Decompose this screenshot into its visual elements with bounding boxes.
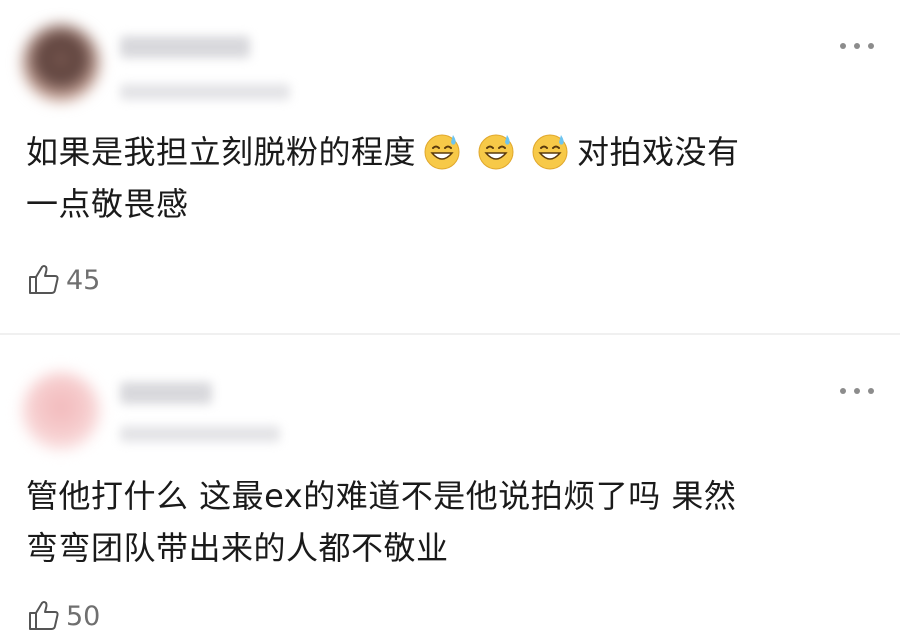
like-button[interactable]: 45	[26, 262, 100, 298]
comment-text-line2: 弯弯团队带出来的人都不敬业	[26, 529, 449, 567]
thumbs-up-icon	[29, 265, 59, 294]
username-blurred[interactable]	[120, 36, 250, 58]
like-count: 45	[66, 264, 101, 296]
thumbs-up-icon	[29, 601, 59, 630]
comment-text-after-emoji: 对拍戏没有	[577, 133, 740, 171]
more-dots-icon[interactable]	[840, 386, 874, 396]
comment-text: 管他打什么 这最ex的难道不是他说拍烦了吗 果然 弯弯团队带出来的人都不敬业	[26, 470, 866, 574]
comment-text-line1: 管他打什么 这最ex的难道不是他说拍烦了吗 果然	[26, 477, 737, 515]
grinning-sweat-emoji	[424, 134, 460, 170]
comment-text: 如果是我担立刻脱粉的程度 对拍戏没有 一点敬畏感	[26, 126, 866, 230]
comment-meta-blurred	[120, 84, 290, 100]
comment-meta-blurred	[120, 426, 280, 442]
comment-item: 管他打什么 这最ex的难道不是他说拍烦了吗 果然 弯弯团队带出来的人都不敬业 5…	[0, 336, 900, 632]
comment-text-line2: 一点敬畏感	[26, 185, 189, 223]
avatar[interactable]	[22, 24, 100, 102]
grinning-sweat-emoji	[478, 134, 514, 170]
grinning-sweat-emoji	[532, 134, 568, 170]
more-dots-icon[interactable]	[840, 41, 874, 51]
username-blurred[interactable]	[120, 382, 212, 404]
comment-text-line1: 如果是我担立刻脱粉的程度	[26, 133, 417, 171]
like-count: 50	[66, 600, 101, 632]
comment-divider	[0, 333, 900, 335]
avatar[interactable]	[22, 372, 100, 450]
comment-item: 如果是我担立刻脱粉的程度 对拍戏没有 一点敬畏感 45	[0, 0, 900, 334]
like-button[interactable]: 50	[26, 598, 100, 634]
